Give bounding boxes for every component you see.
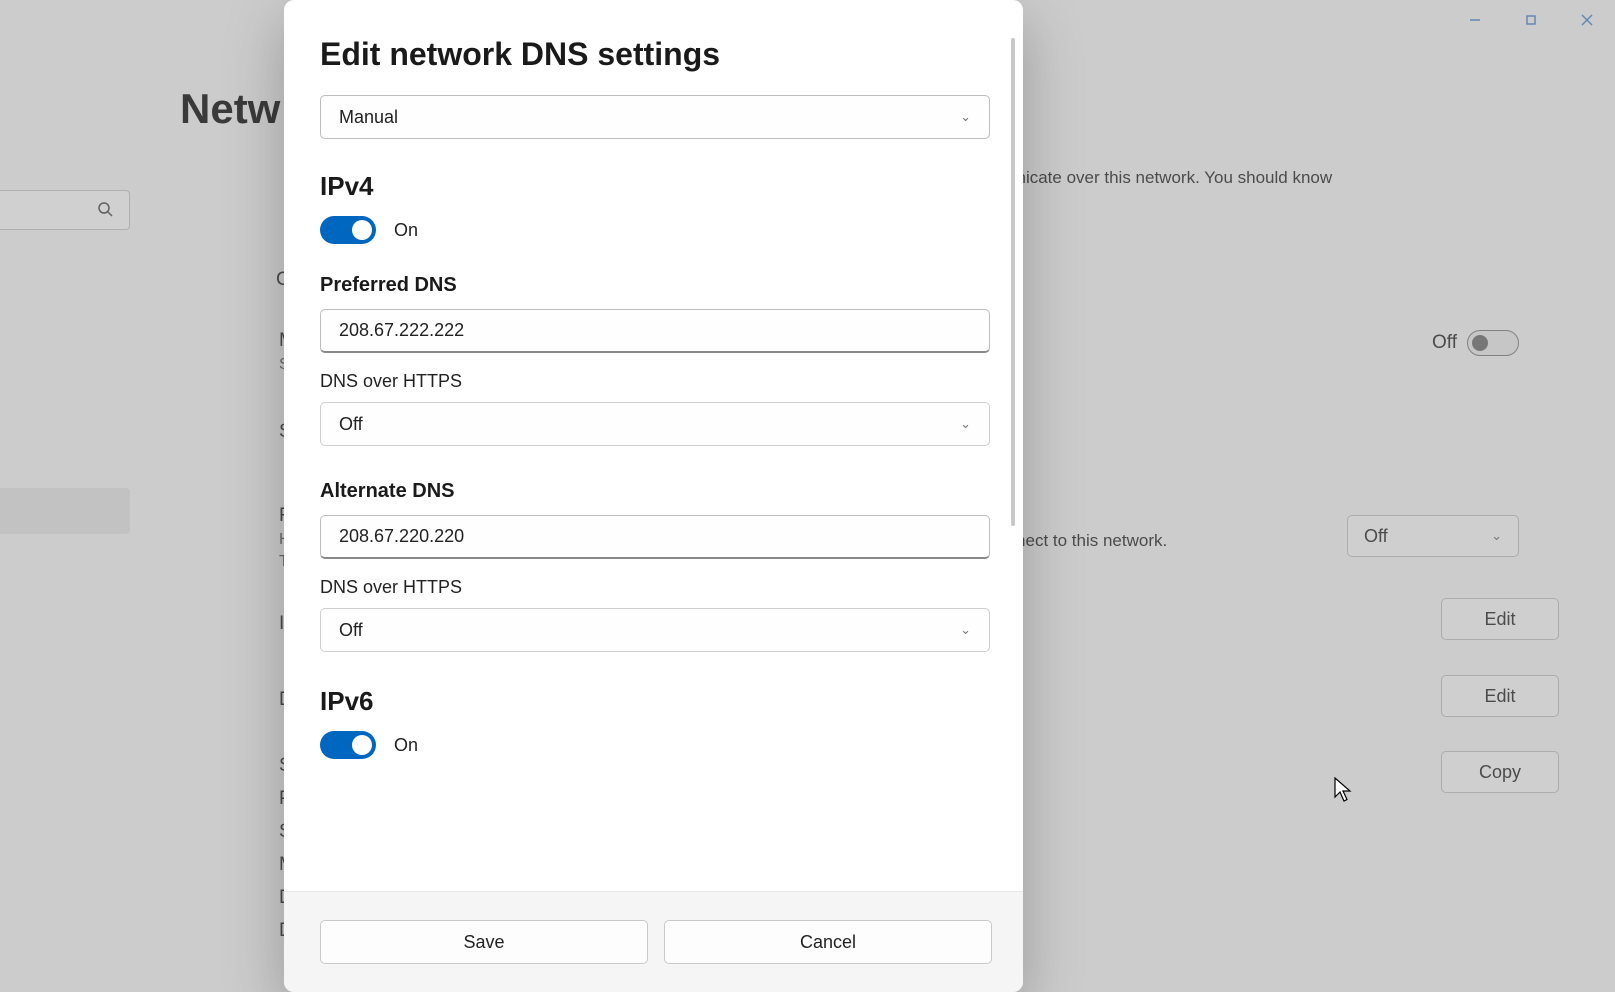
ipv6-toggle-state: On [394, 735, 418, 756]
alternate-dns-label: Alternate DNS [320, 480, 987, 503]
doh-value: Off [339, 414, 363, 435]
doh2-value: Off [339, 620, 363, 641]
alternate-dns-value: 208.67.220.220 [339, 526, 464, 547]
chevron-down-icon: ⌄ [960, 416, 971, 432]
modal-title: Edit network DNS settings [320, 36, 987, 73]
preferred-dns-value: 208.67.222.222 [339, 320, 464, 341]
modal-body: Edit network DNS settings Manual ⌄ IPv4 … [284, 0, 1023, 891]
ipv6-toggle-row: On [320, 731, 987, 759]
modal-footer: Save Cancel [284, 891, 1023, 992]
ipv4-heading: IPv4 [320, 171, 987, 202]
doh2-label: DNS over HTTPS [320, 577, 987, 598]
preferred-dns-input[interactable]: 208.67.222.222 [320, 309, 990, 353]
ipv4-toggle[interactable] [320, 216, 376, 244]
ipv6-heading: IPv6 [320, 686, 987, 717]
ipv4-toggle-row: On [320, 216, 987, 244]
doh2-select[interactable]: Off ⌄ [320, 608, 990, 652]
dns-mode-select[interactable]: Manual ⌄ [320, 95, 990, 139]
doh-select[interactable]: Off ⌄ [320, 402, 990, 446]
scrollbar[interactable] [1011, 38, 1015, 526]
save-button[interactable]: Save [320, 920, 648, 964]
ipv6-toggle[interactable] [320, 731, 376, 759]
chevron-down-icon: ⌄ [960, 622, 971, 638]
dns-settings-modal: Edit network DNS settings Manual ⌄ IPv4 … [284, 0, 1023, 992]
ipv4-toggle-state: On [394, 220, 418, 241]
cancel-button[interactable]: Cancel [664, 920, 992, 964]
chevron-down-icon: ⌄ [960, 109, 971, 125]
preferred-dns-label: Preferred DNS [320, 274, 987, 297]
alternate-dns-input[interactable]: 208.67.220.220 [320, 515, 990, 559]
doh-label: DNS over HTTPS [320, 371, 987, 392]
dns-mode-value: Manual [339, 107, 398, 128]
